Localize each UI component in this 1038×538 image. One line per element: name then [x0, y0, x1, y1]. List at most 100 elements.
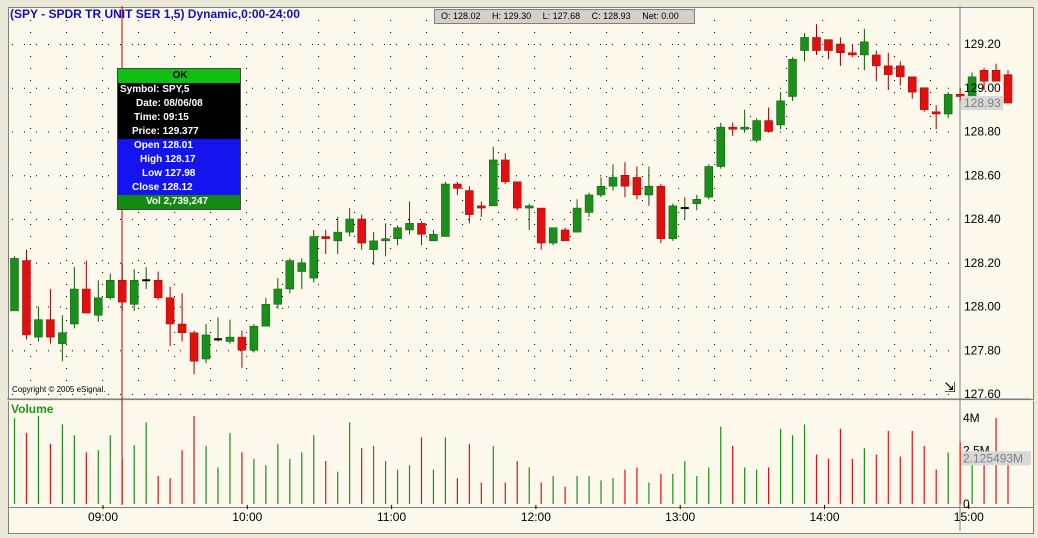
grid-dot: [822, 260, 823, 261]
grid-dot: [60, 175, 61, 177]
grid-dot: [570, 284, 571, 285]
grid-dot: [264, 219, 265, 220]
grid-dot: [714, 44, 715, 45]
grid-dot: [720, 87, 721, 89]
grid-dot: [714, 284, 715, 285]
grid-dot: [828, 175, 829, 177]
grid-dot: [408, 87, 409, 89]
grid-dot: [534, 236, 535, 237]
grid-dot: [648, 219, 649, 220]
grid-dot: [282, 104, 283, 105]
grid-dot: [714, 320, 715, 321]
grid-dot: [636, 44, 637, 45]
candle-body: [201, 334, 211, 360]
grid-dot: [282, 356, 283, 357]
grid-dot: [66, 104, 67, 105]
grid-dot: [288, 219, 289, 220]
grid-dot: [30, 140, 31, 141]
grid-dot: [192, 219, 193, 220]
grid-dot: [852, 306, 853, 308]
grid-dot: [372, 131, 373, 133]
chart-title[interactable]: (SPY - SPDR TR UNIT SER 1,5) Dynamic,0:0…: [10, 7, 300, 21]
grid-dot: [678, 260, 679, 261]
grid-dot: [354, 140, 355, 141]
grid-dot: [372, 394, 373, 395]
candle-body: [189, 332, 199, 362]
grid-dot: [750, 380, 751, 381]
grid-dot: [570, 236, 571, 237]
grid-dot: [264, 175, 265, 177]
grid-dot: [444, 44, 445, 45]
grid-dot: [948, 87, 949, 89]
candle-body: [117, 280, 127, 303]
grid-dot: [228, 394, 229, 395]
grid-dot: [504, 87, 505, 89]
grid-dot: [780, 44, 781, 45]
grid-dot: [912, 175, 913, 177]
candle-body: [393, 227, 402, 239]
grid-dot: [534, 152, 535, 153]
grid-dot: [216, 262, 217, 264]
grid-dot: [30, 152, 31, 153]
grid-dot: [384, 350, 385, 352]
grid-dot: [900, 87, 901, 89]
grid-dot: [816, 87, 817, 89]
grid-dot: [288, 394, 289, 395]
grid-dot: [786, 56, 787, 57]
grid-dot: [318, 44, 319, 45]
grid-dot: [66, 224, 67, 225]
grid-dot: [930, 116, 931, 117]
grid-dot: [570, 380, 571, 381]
grid-dot: [480, 44, 481, 45]
grid-dot: [714, 188, 715, 189]
grid-dot: [138, 44, 139, 45]
grid-dot: [600, 262, 601, 264]
grid-dot: [240, 306, 241, 308]
grid-dot: [750, 248, 751, 249]
grid-dot: [84, 44, 85, 45]
grid-dot: [768, 44, 769, 45]
grid-dot: [408, 44, 409, 45]
grid-dot: [552, 219, 553, 220]
grid-dot: [678, 332, 679, 333]
grid-dot: [930, 284, 931, 285]
popup-ok[interactable]: OK: [118, 69, 240, 83]
grid-dot: [336, 131, 337, 133]
candle-body: [261, 304, 271, 327]
grid-dot: [876, 87, 877, 89]
grid-dot: [108, 306, 109, 308]
grid-dot: [696, 44, 697, 45]
grid-dot: [480, 306, 481, 308]
grid-dot: [684, 306, 685, 308]
pane-exit-icon[interactable]: ⇲: [944, 379, 956, 396]
grid-dot: [66, 260, 67, 261]
grid-dot: [66, 140, 67, 141]
grid-dot: [750, 224, 751, 225]
grid-dot: [36, 306, 37, 308]
grid-dot: [540, 262, 541, 264]
grid-dot: [678, 356, 679, 357]
grid-dot: [24, 44, 25, 45]
grid-dot: [360, 175, 361, 177]
candle-body: [596, 185, 606, 196]
grid-dot: [588, 87, 589, 89]
grid-dot: [756, 350, 757, 352]
grid-dot: [606, 284, 607, 285]
grid-dot: [156, 44, 157, 45]
candle-body: [1003, 74, 1013, 104]
grid-dot: [864, 306, 865, 308]
grid-dot: [786, 128, 787, 129]
grid-dot: [462, 296, 463, 297]
cursor-data-window[interactable]: OK Symbol: SPY,5 Date: 08/06/08 Time: 09…: [117, 68, 241, 210]
grid-dot: [12, 87, 13, 89]
grid-dot: [84, 262, 85, 264]
grid-dot: [672, 350, 673, 352]
grid-dot: [570, 140, 571, 141]
grid-dot: [336, 219, 337, 220]
grid-dot: [390, 80, 391, 81]
grid-dot: [498, 188, 499, 189]
grid-dot: [930, 368, 931, 369]
grid-dot: [246, 308, 247, 309]
grid-dot: [276, 262, 277, 264]
grid-dot: [390, 200, 391, 201]
